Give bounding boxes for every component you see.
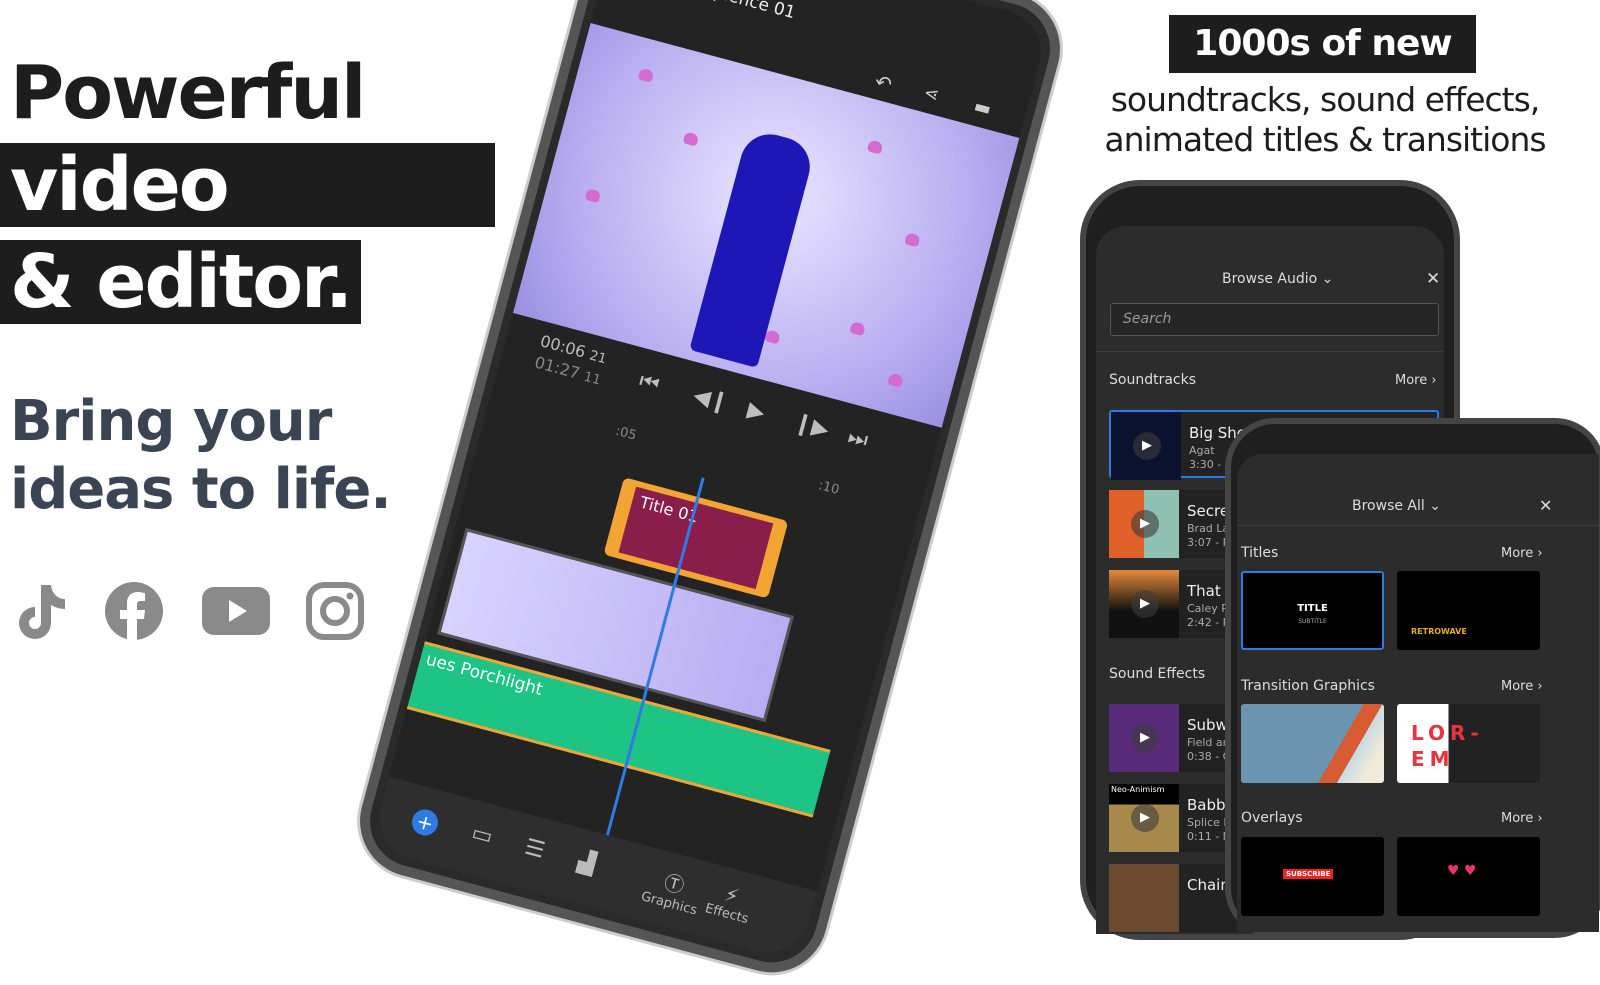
browse-audio-dropdown[interactable]: Browse Audio ⌄ [1222, 271, 1333, 287]
section-label: Titles [1241, 545, 1279, 561]
browse-all-dropdown[interactable]: Browse All ⌄ [1352, 498, 1441, 514]
soundtracks-more[interactable]: More › [1395, 373, 1437, 388]
soundtracks-label: Soundtracks [1109, 372, 1197, 388]
promo-line2: animated titles & transitions [1104, 120, 1546, 159]
play-icon: ▶ [1131, 724, 1159, 752]
headline-line2: video maker [0, 143, 495, 311]
crop-icon[interactable]: ▟ [575, 849, 598, 878]
titles-more[interactable]: More › [1501, 546, 1543, 561]
play-icon: ▶ [1131, 590, 1159, 618]
transitions-more[interactable]: More › [1501, 679, 1543, 694]
transition-card[interactable]: LOR- EM [1397, 704, 1540, 783]
youtube-icon [202, 580, 270, 642]
facebook-icon [103, 580, 165, 642]
title-card[interactable]: TITLE SUBTITLE [1241, 571, 1384, 650]
headline-line3: & editor. [0, 240, 361, 324]
promo-highlight: 1000s of new [1169, 15, 1476, 73]
sequence-title[interactable]: Sequence 01 [685, 0, 797, 23]
ruler-mark: :10 [816, 478, 841, 499]
section-label: Overlays [1241, 810, 1303, 826]
close-icon[interactable]: ✕ [1539, 496, 1552, 515]
play-icon: ▶ [1131, 510, 1159, 538]
browse-all-phone: Browse All ⌄ ✕ Titles More › TITLE SUBTIT… [1225, 418, 1600, 938]
add-button[interactable]: + [409, 806, 441, 839]
comment-icon[interactable]: ▬ [972, 96, 994, 121]
tagline-line1: Bring your [10, 389, 332, 454]
skip-end-icon[interactable]: ⏭ [845, 424, 871, 453]
sound-effects-label: Sound Effects [1109, 666, 1206, 682]
instagram-icon [304, 580, 366, 642]
effects-tool[interactable]: ⚡ Effects [703, 878, 756, 927]
transition-card[interactable] [1241, 704, 1384, 783]
bottom-toolbar: + ▭ ☰ ▟ Ⓣ Graphics ⚡ Effects [369, 776, 818, 963]
play-icon: ▶ [1131, 804, 1159, 832]
step-forward-icon[interactable]: ❙▶ [791, 410, 832, 443]
undo-icon[interactable]: ↶ [872, 69, 894, 97]
list-icon[interactable]: ☰ [522, 835, 548, 864]
close-icon[interactable]: ✕ [1426, 269, 1440, 289]
tagline-line2: ideas to life. [10, 457, 392, 522]
headline-line1: Powerful [10, 50, 366, 136]
tiktok-icon [8, 580, 70, 642]
skip-start-icon[interactable]: ⏮ [636, 368, 662, 397]
graphics-tool[interactable]: Ⓣ Graphics [639, 861, 706, 919]
search-input[interactable]: Search [1110, 303, 1439, 336]
overlays-more[interactable]: More › [1501, 811, 1543, 826]
ruler-mark: :05 [613, 423, 638, 444]
overlay-card[interactable]: SUBSCRIBE [1241, 837, 1384, 916]
share-icon[interactable]: ⋖ [921, 82, 941, 106]
play-icon[interactable]: ▶ [745, 397, 768, 426]
title-card[interactable]: RETROWAVE [1397, 571, 1540, 650]
overlay-card[interactable]: ♥ ♥ [1397, 837, 1540, 916]
tagline: Bring your ideas to life. [10, 388, 392, 524]
silhouette [689, 127, 817, 368]
play-icon: ▶ [1133, 432, 1161, 460]
media-icon[interactable]: ▭ [469, 820, 496, 850]
promo-line1: soundtracks, sound effects, [1110, 80, 1541, 119]
browse-all-panel: Browse All ⌄ ✕ Titles More › TITLE SUBTIT… [1237, 454, 1599, 932]
section-label: Transition Graphics [1241, 678, 1375, 694]
step-back-icon[interactable]: ◀❙ [691, 383, 732, 416]
